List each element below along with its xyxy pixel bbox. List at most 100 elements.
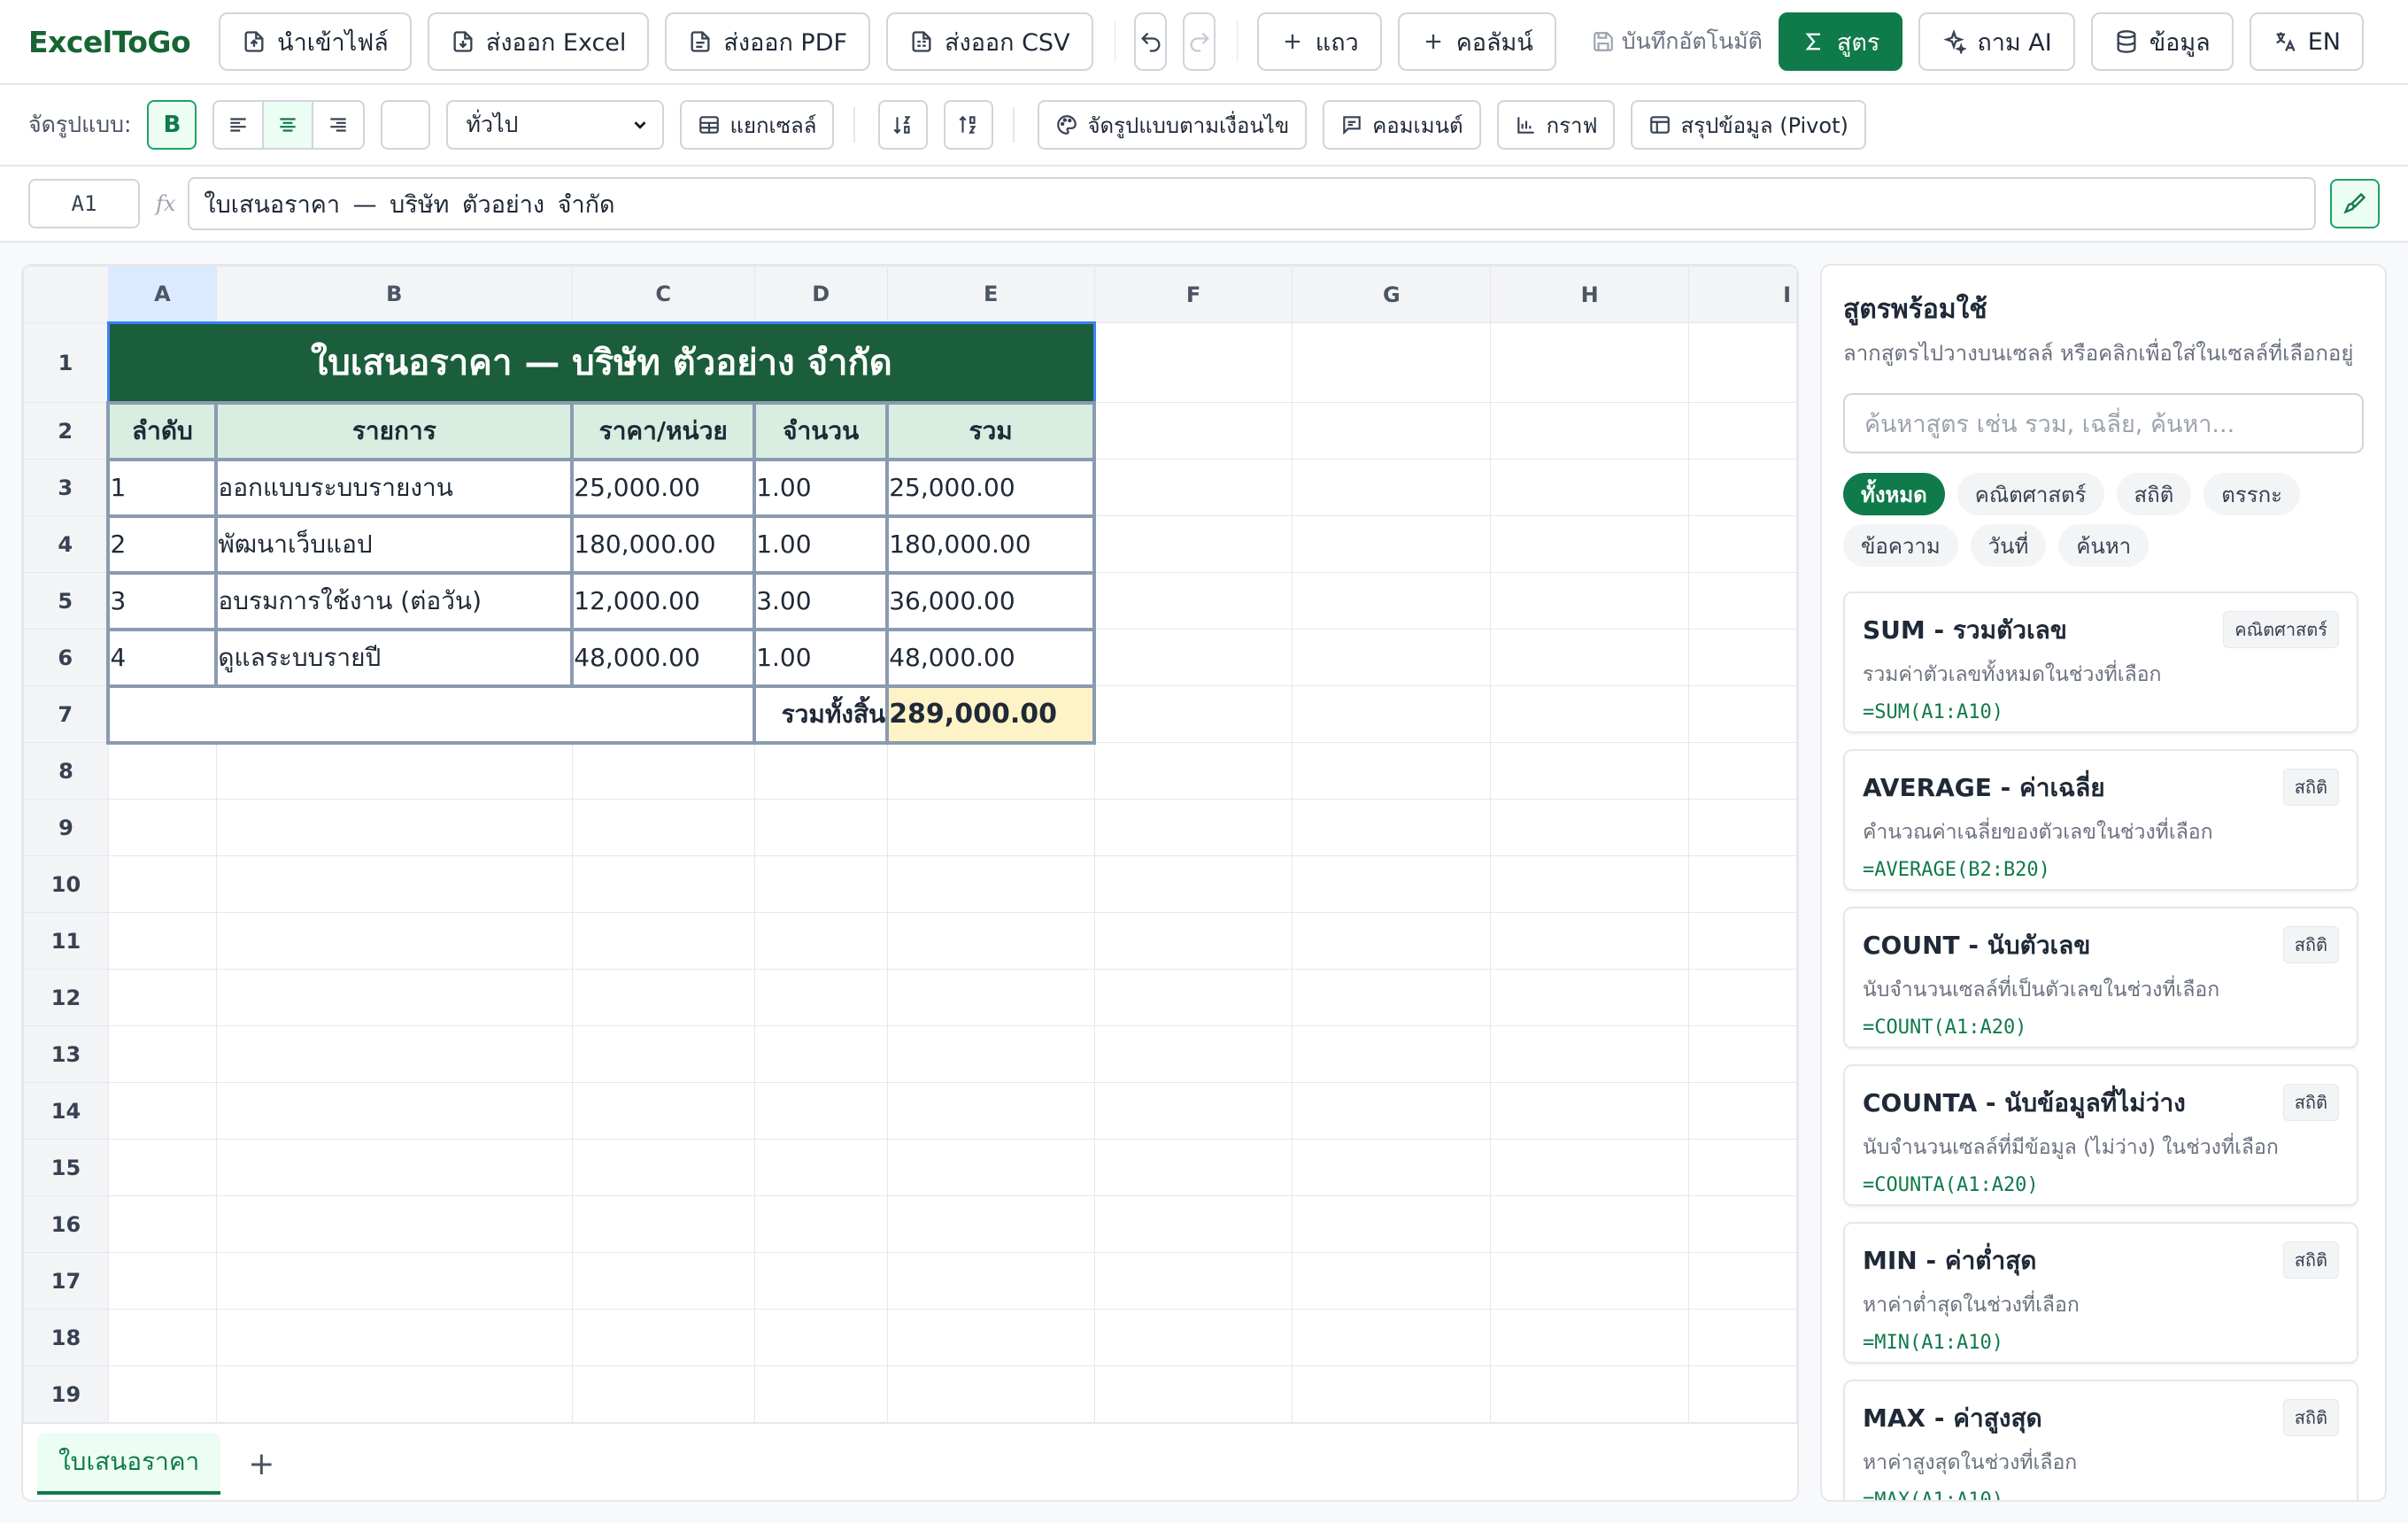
data-cell[interactable]: 4 (106, 627, 219, 688)
cell[interactable] (1688, 912, 1797, 970)
cell[interactable] (753, 1252, 888, 1310)
cell[interactable] (571, 742, 755, 800)
cell[interactable] (1292, 629, 1492, 686)
row-header[interactable]: 19 (23, 1365, 109, 1422)
cell[interactable] (1292, 402, 1492, 460)
cell[interactable] (1093, 855, 1293, 913)
category-chip-text[interactable]: ข้อความ (1843, 524, 1958, 567)
cell[interactable] (1093, 515, 1293, 573)
data-cell[interactable]: 48,000.00 (885, 627, 1097, 688)
cell[interactable] (1292, 1309, 1492, 1366)
cell[interactable] (1093, 799, 1293, 856)
cell[interactable] (1490, 742, 1690, 800)
cell[interactable] (753, 1365, 888, 1422)
cell[interactable] (1688, 459, 1797, 516)
data-cell[interactable]: 25,000.00 (570, 457, 757, 518)
cell[interactable] (1688, 402, 1797, 460)
data-cell[interactable]: ดูแลระบบรายปี (214, 627, 575, 688)
cell[interactable] (215, 1195, 573, 1253)
add-row-button[interactable]: แถว (1256, 12, 1382, 71)
cell[interactable] (1490, 912, 1690, 970)
category-chip-math[interactable]: คณิตศาสตร์ (1956, 473, 2104, 515)
merge-cells-button[interactable]: แยกเซลล์ (680, 100, 835, 150)
cell[interactable] (1490, 1082, 1690, 1140)
row-header[interactable]: 17 (23, 1252, 109, 1310)
category-chip-date[interactable]: วันที่ (1970, 524, 2047, 567)
data-cell[interactable]: 1.00 (752, 627, 890, 688)
cell[interactable] (1688, 1195, 1797, 1253)
row-header[interactable]: 1 (23, 322, 109, 403)
cell[interactable] (886, 1252, 1095, 1310)
cell[interactable] (215, 855, 573, 913)
formula-card-min[interactable]: MIN - ค่าต่ำสุด หาค่าต่ำสุดในช่วงที่เลือ… (1843, 1222, 2358, 1364)
cell[interactable] (1093, 322, 1293, 403)
cell[interactable] (107, 742, 217, 800)
cell[interactable] (571, 799, 755, 856)
cell[interactable] (1688, 969, 1797, 1026)
formula-search-input[interactable]: ค้นหาสูตร เช่น รวม, เฉลี่ย, ค้นหา... (1843, 393, 2364, 453)
cell-reference-box[interactable]: A1 (28, 179, 140, 228)
row-header[interactable]: 14 (23, 1082, 109, 1140)
cell[interactable] (215, 1365, 573, 1422)
row-header[interactable]: 11 (23, 912, 109, 970)
table-header-cell[interactable]: รวม (885, 400, 1097, 461)
row-header[interactable]: 18 (23, 1309, 109, 1366)
cell[interactable] (215, 1025, 573, 1083)
cell[interactable] (107, 969, 217, 1026)
cell[interactable] (1490, 799, 1690, 856)
cell[interactable] (1093, 1309, 1293, 1366)
data-cell[interactable]: 180,000.00 (570, 514, 757, 575)
cell[interactable] (1688, 515, 1797, 573)
cell[interactable] (1490, 855, 1690, 913)
cell[interactable] (1093, 912, 1293, 970)
cell[interactable] (886, 799, 1095, 856)
table-header-cell[interactable]: ราคา/หน่วย (570, 400, 757, 461)
cell[interactable] (1292, 459, 1492, 516)
cell[interactable] (753, 1082, 888, 1140)
quote-title-cell[interactable]: ใบเสนอราคา — บริษัท ตัวอย่าง จำกัด (106, 321, 1096, 404)
table-header-cell[interactable]: ลำดับ (106, 400, 219, 461)
category-chip-lookup[interactable]: ค้นหา (2058, 524, 2149, 567)
data-cell[interactable]: 3 (106, 570, 219, 631)
data-cell[interactable]: 3.00 (752, 570, 890, 631)
row-header[interactable]: 13 (23, 1025, 109, 1083)
cell[interactable] (1093, 685, 1293, 743)
column-header[interactable]: E (886, 266, 1095, 323)
data-cell[interactable]: อบรมการใช้งาน (ต่อวัน) (214, 570, 575, 631)
data-button[interactable]: ข้อมูล (2090, 12, 2234, 71)
bold-button[interactable]: B (147, 100, 197, 150)
cell[interactable] (753, 1309, 888, 1366)
sort-ascending-button[interactable] (878, 100, 929, 150)
sheet-tab-quote[interactable]: ใบเสนอราคา (37, 1433, 221, 1495)
cell[interactable] (1688, 1025, 1797, 1083)
cell[interactable] (107, 1252, 217, 1310)
align-right-button[interactable] (313, 102, 363, 148)
cell[interactable] (1093, 459, 1293, 516)
column-header[interactable]: B (215, 266, 573, 323)
formula-card-count[interactable]: COUNT - นับตัวเลข นับจำนวนเซลล์ที่เป็นตั… (1843, 907, 2358, 1048)
cell[interactable] (1490, 1309, 1690, 1366)
cell[interactable] (107, 912, 217, 970)
cell[interactable] (1490, 969, 1690, 1026)
cell[interactable] (1688, 685, 1797, 743)
cell[interactable] (1490, 1025, 1690, 1083)
cell[interactable] (1688, 1365, 1797, 1422)
cell[interactable] (215, 742, 573, 800)
cell[interactable] (107, 1082, 217, 1140)
category-chip-all[interactable]: ทั้งหมด (1843, 473, 1945, 515)
formula-card-max[interactable]: MAX - ค่าสูงสุด หาค่าสูงสุดในช่วงที่เลือ… (1843, 1380, 2358, 1500)
cell[interactable] (215, 1252, 573, 1310)
cell[interactable] (1490, 1195, 1690, 1253)
fill-color-picker[interactable] (381, 100, 431, 150)
cell[interactable] (1292, 1139, 1492, 1196)
cell[interactable] (1093, 1025, 1293, 1083)
comment-button[interactable]: คอมเมนต์ (1323, 100, 1481, 150)
cell[interactable] (1093, 402, 1293, 460)
cell[interactable] (107, 1025, 217, 1083)
cell[interactable] (571, 1309, 755, 1366)
cell[interactable] (1292, 855, 1492, 913)
grand-total-label[interactable]: รวมทั้งสิ้น (752, 684, 888, 745)
row-header[interactable]: 15 (23, 1139, 109, 1196)
cell[interactable] (571, 1365, 755, 1422)
export-pdf-button[interactable]: ส่งออก PDF (665, 12, 871, 71)
